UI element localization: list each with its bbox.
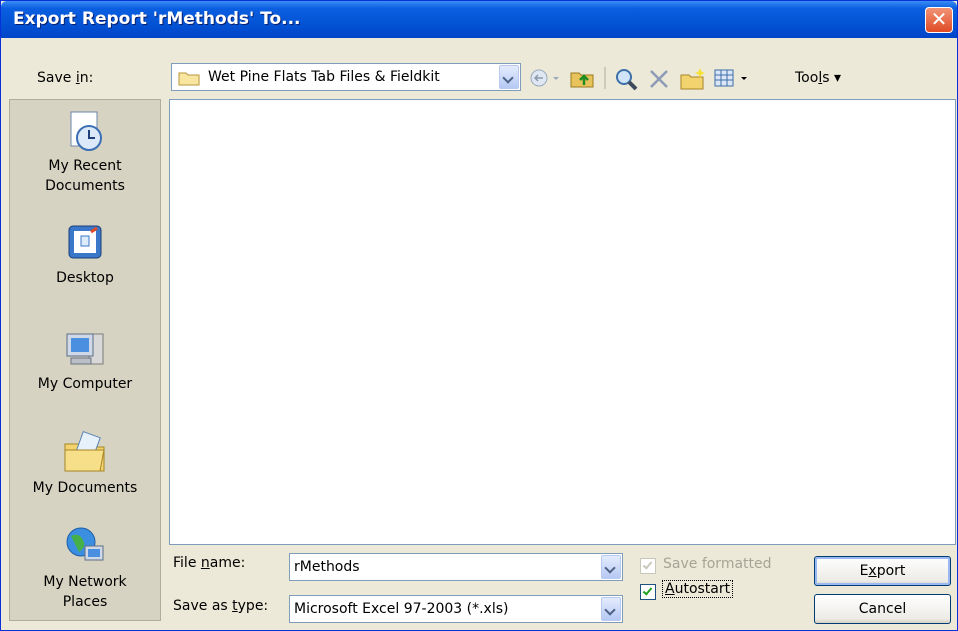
- file-name-input[interactable]: rMethods: [289, 553, 623, 581]
- my-computer-icon: [61, 326, 109, 372]
- up-folder-icon[interactable]: [569, 67, 597, 93]
- close-icon: ✕: [930, 7, 948, 31]
- place-label: My Documents: [32, 480, 138, 496]
- new-folder-icon[interactable]: [679, 67, 707, 95]
- save-formatted-label: Save formatted: [663, 556, 772, 572]
- export-button[interactable]: Export: [814, 556, 951, 586]
- close-button[interactable]: ✕: [925, 7, 953, 33]
- desktop-icon: [61, 220, 109, 266]
- place-label: My Recent: [48, 158, 122, 174]
- search-web-icon[interactable]: [613, 67, 639, 95]
- file-list[interactable]: [169, 99, 956, 545]
- network-places-icon: [61, 524, 109, 570]
- save-as-type-label: Save as type:: [173, 598, 269, 614]
- chevron-down-icon[interactable]: [499, 65, 519, 89]
- place-my-network-places[interactable]: My Network Places: [10, 524, 160, 612]
- export-dialog: Export Report 'rMethods' To... ✕ Save in…: [0, 0, 958, 631]
- places-bar: My Recent Documents Desktop My Computer …: [9, 99, 161, 621]
- place-label: Places: [62, 594, 108, 610]
- views-icon[interactable]: [713, 67, 753, 93]
- folder-icon: [178, 70, 200, 90]
- chevron-down-icon[interactable]: [601, 555, 621, 579]
- cancel-button[interactable]: Cancel: [814, 594, 951, 624]
- location-text: Wet Pine Flats Tab Files & Fieldkit: [208, 69, 440, 85]
- chevron-down-icon[interactable]: [601, 597, 621, 621]
- save-as-type-value: Microsoft Excel 97-2003 (*.xls): [294, 601, 509, 617]
- separator: [603, 65, 607, 95]
- recent-documents-icon: [61, 108, 109, 154]
- place-my-computer[interactable]: My Computer: [10, 326, 160, 394]
- save-in-label: Save in:: [37, 70, 94, 86]
- place-my-documents[interactable]: My Documents: [10, 430, 160, 498]
- dialog-title: Export Report 'rMethods' To...: [13, 9, 301, 29]
- place-desktop[interactable]: Desktop: [10, 220, 160, 288]
- place-label: Desktop: [56, 270, 114, 286]
- title-bar[interactable]: Export Report 'rMethods' To... ✕: [1, 1, 957, 38]
- save-formatted-checkbox[interactable]: [640, 558, 656, 574]
- file-name-value: rMethods: [294, 559, 360, 575]
- autostart-label: Autostart: [661, 580, 734, 598]
- place-label: Documents: [45, 178, 125, 194]
- delete-icon[interactable]: [647, 67, 671, 95]
- export-label: Export: [859, 563, 906, 579]
- save-as-type-dropdown[interactable]: Microsoft Excel 97-2003 (*.xls): [289, 595, 623, 623]
- back-icon[interactable]: [529, 67, 563, 93]
- location-dropdown[interactable]: Wet Pine Flats Tab Files & Fieldkit: [171, 63, 521, 91]
- place-label: My Computer: [37, 376, 133, 392]
- tools-menu[interactable]: Tools ▾: [795, 70, 841, 86]
- my-documents-icon: [61, 430, 109, 476]
- place-label: My Network: [43, 574, 127, 590]
- place-my-recent-documents[interactable]: My Recent Documents: [10, 108, 160, 196]
- autostart-checkbox[interactable]: [640, 584, 656, 600]
- file-name-label: File name:: [173, 555, 246, 571]
